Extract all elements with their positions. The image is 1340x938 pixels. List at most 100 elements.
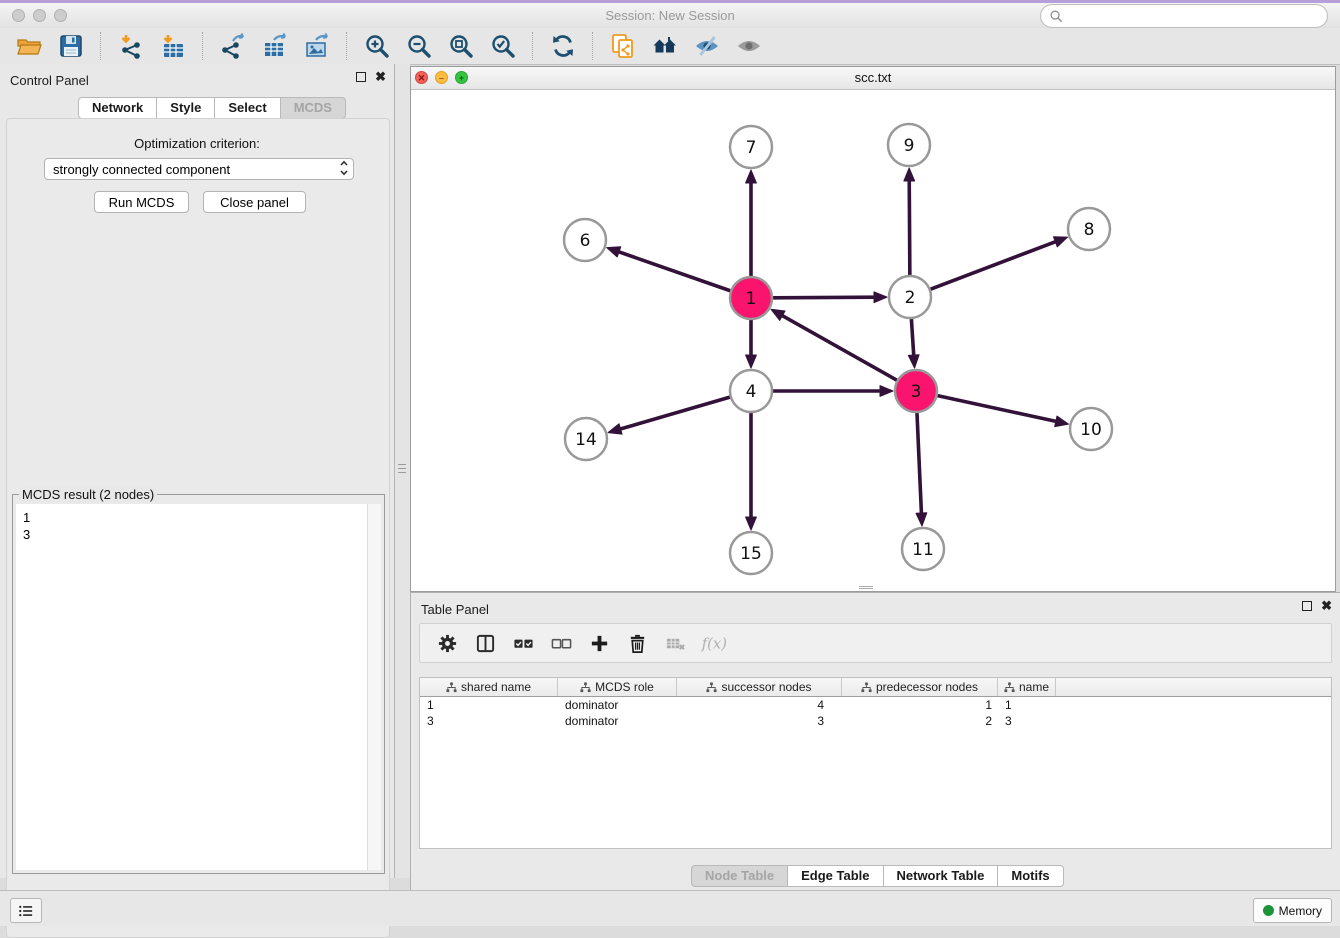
edge-arrowhead-icon xyxy=(771,309,785,320)
close-panel-button[interactable]: Close panel xyxy=(203,191,306,213)
node-2[interactable]: 2 xyxy=(889,276,931,318)
control-tab-style[interactable]: Style xyxy=(156,97,215,119)
edge-2-8[interactable] xyxy=(931,241,1058,289)
edge-arrowhead-icon xyxy=(608,424,622,434)
node-4[interactable]: 4 xyxy=(730,370,772,412)
import-network-icon xyxy=(118,33,144,59)
column-header-predecessor-nodes[interactable]: predecessor nodes xyxy=(842,678,998,696)
table-cell[interactable]: 1 xyxy=(998,697,1056,713)
optimization-label: Optimization criterion: xyxy=(0,136,394,151)
network-window-titlebar[interactable]: ✕ – + scc.txt xyxy=(411,67,1335,90)
memory-button[interactable]: Memory xyxy=(1253,898,1332,923)
refresh-icon xyxy=(550,33,576,59)
svg-text:8: 8 xyxy=(1084,220,1095,240)
close-panel-icon[interactable]: ✖ xyxy=(375,72,386,82)
network-window-title: scc.txt xyxy=(411,70,1335,85)
list-icon xyxy=(17,902,35,920)
control-tab-mcds[interactable]: MCDS xyxy=(280,97,346,119)
zoom-in-button[interactable] xyxy=(362,32,392,60)
open-file-button[interactable] xyxy=(14,32,44,60)
mcds-result-text[interactable]: 1 3 xyxy=(16,504,381,870)
hide-details-button[interactable] xyxy=(692,32,722,60)
table-cell[interactable]: dominator xyxy=(558,697,677,713)
edge-1-2[interactable] xyxy=(773,297,876,298)
table-cell[interactable]: 3 xyxy=(998,713,1056,729)
export-network-button[interactable] xyxy=(218,32,248,60)
task-history-button[interactable] xyxy=(10,898,42,923)
node-7[interactable]: 7 xyxy=(730,126,772,168)
column-header-shared-name[interactable]: shared name xyxy=(420,678,558,696)
edge-4-14[interactable] xyxy=(619,397,730,429)
export-image-icon xyxy=(304,33,330,59)
edge-3-11[interactable] xyxy=(917,413,922,515)
delete-column-button[interactable] xyxy=(624,630,650,656)
node-9[interactable]: 9 xyxy=(888,124,930,166)
close-table-panel-icon[interactable]: ✖ xyxy=(1321,601,1332,611)
table-cell[interactable]: 1 xyxy=(420,697,558,713)
node-8[interactable]: 8 xyxy=(1068,208,1110,250)
edge-arrowhead-icon xyxy=(746,355,757,368)
control-tab-select[interactable]: Select xyxy=(214,97,280,119)
search-box[interactable] xyxy=(1040,4,1328,28)
run-mcds-button[interactable]: Run MCDS xyxy=(94,191,189,213)
search-input[interactable] xyxy=(1069,8,1319,25)
column-header-successor-nodes[interactable]: successor nodes xyxy=(677,678,842,696)
window-resize-grip-icon[interactable] xyxy=(859,585,873,590)
table-tab-node-table[interactable]: Node Table xyxy=(691,865,788,887)
table-cell[interactable]: 4 xyxy=(677,697,842,713)
table-cell[interactable]: dominator xyxy=(558,713,677,729)
table-row[interactable]: 3dominator323 xyxy=(420,713,1331,729)
column-header-MCDS-role[interactable]: MCDS role xyxy=(558,678,677,696)
import-table-button[interactable] xyxy=(158,32,188,60)
table-cell[interactable]: 3 xyxy=(677,713,842,729)
memory-status-icon xyxy=(1263,905,1274,916)
export-image-button[interactable] xyxy=(302,32,332,60)
table-cell[interactable]: 3 xyxy=(420,713,558,729)
table-tab-network-table[interactable]: Network Table xyxy=(883,865,999,887)
deselect-all-checks-button[interactable] xyxy=(548,630,574,656)
zoom-out-button[interactable] xyxy=(404,32,434,60)
node-6[interactable]: 6 xyxy=(564,219,606,261)
edge-3-10[interactable] xyxy=(937,396,1057,422)
table-cell[interactable]: 1 xyxy=(842,697,998,713)
column-header-name[interactable]: name xyxy=(998,678,1056,696)
edge-2-3[interactable] xyxy=(911,319,913,357)
clone-network-button[interactable] xyxy=(608,32,638,60)
network-canvas[interactable]: 7 9 6 8 1 2 4 3 14 10 15 11 xyxy=(411,89,1335,591)
settings-gear-button[interactable] xyxy=(434,630,460,656)
show-details-button[interactable] xyxy=(734,32,764,60)
add-column-button[interactable] xyxy=(586,630,612,656)
node-10[interactable]: 10 xyxy=(1070,408,1112,450)
table-tab-edge-table[interactable]: Edge Table xyxy=(787,865,883,887)
split-columns-button[interactable] xyxy=(472,630,498,656)
node-15[interactable]: 15 xyxy=(730,532,772,574)
home-button[interactable] xyxy=(650,32,680,60)
select-all-checks-button[interactable] xyxy=(510,630,536,656)
panel-splitter[interactable] xyxy=(395,64,410,878)
control-tab-network[interactable]: Network xyxy=(78,97,157,119)
node-11[interactable]: 11 xyxy=(902,528,944,570)
refresh-button[interactable] xyxy=(548,32,578,60)
float-panel-icon[interactable] xyxy=(356,72,366,82)
svg-text:7: 7 xyxy=(746,138,757,158)
node-1[interactable]: 1 xyxy=(730,277,772,319)
edge-3-1[interactable] xyxy=(781,315,897,381)
zoom-selected-button[interactable] xyxy=(488,32,518,60)
node-14[interactable]: 14 xyxy=(565,418,607,460)
column-type-icon xyxy=(446,682,457,693)
save-session-button[interactable] xyxy=(56,32,86,60)
table-row[interactable]: 1dominator411 xyxy=(420,697,1331,713)
zoom-fit-button[interactable] xyxy=(446,32,476,60)
float-table-panel-icon[interactable] xyxy=(1302,601,1312,611)
node-3[interactable]: 3 xyxy=(895,370,937,412)
optimization-select[interactable]: strongly connected component xyxy=(44,158,354,180)
export-table-button[interactable] xyxy=(260,32,290,60)
edge-arrowhead-icon xyxy=(874,292,887,303)
table-tab-motifs[interactable]: Motifs xyxy=(997,865,1063,887)
edge-1-6[interactable] xyxy=(617,251,730,291)
result-scrollbar[interactable] xyxy=(367,504,381,870)
edge-2-9[interactable] xyxy=(909,179,910,275)
import-network-button[interactable] xyxy=(116,32,146,60)
export-network-icon xyxy=(220,33,246,59)
table-cell[interactable]: 2 xyxy=(842,713,998,729)
